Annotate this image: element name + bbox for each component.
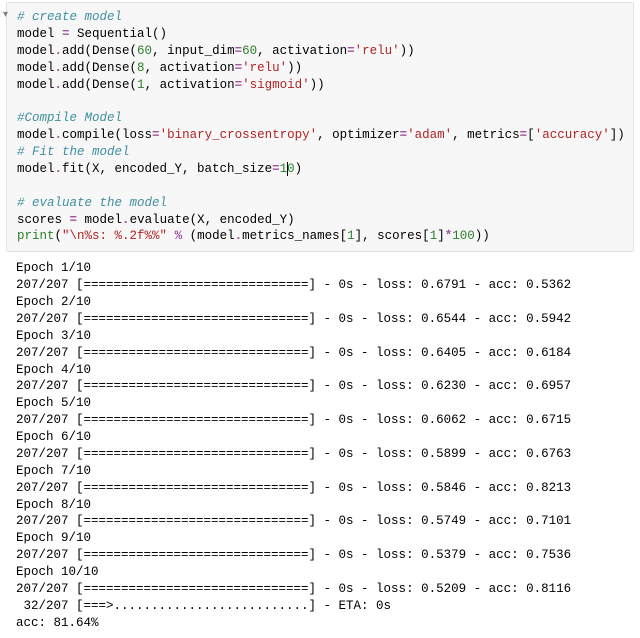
output-line: Epoch 1/10	[16, 260, 634, 277]
output-line: 207/207 [==============================]…	[16, 311, 634, 328]
output-line: 207/207 [==============================]…	[16, 581, 634, 598]
code-line: model = Sequential()	[17, 26, 633, 43]
output-line: Epoch 10/10	[16, 564, 634, 581]
output-line: Epoch 7/10	[16, 463, 634, 480]
output-line: 207/207 [==============================]…	[16, 446, 634, 463]
code-line: model.add(Dense(1, activation='sigmoid')…	[17, 77, 633, 94]
code-line: scores = model.evaluate(X, encoded_Y)	[17, 212, 633, 229]
blank-line	[17, 93, 633, 110]
output-cell: Epoch 1/10207/207 [=====================…	[6, 256, 634, 637]
code-cell[interactable]: ▾ # create model model = Sequential() mo…	[6, 2, 634, 252]
output-line: 207/207 [==============================]…	[16, 547, 634, 564]
code-line: # Fit the model	[17, 144, 633, 161]
output-line: 207/207 [==============================]…	[16, 345, 634, 362]
output-line: 207/207 [==============================]…	[16, 480, 634, 497]
output-line: acc: 81.64%	[16, 615, 634, 632]
code-line: model.fit(X, encoded_Y, batch_size=10)	[17, 161, 633, 178]
code-line: #Compile Model	[17, 110, 633, 127]
output-line: 207/207 [==============================]…	[16, 513, 634, 530]
output-line: Epoch 3/10	[16, 328, 634, 345]
code-line: # evaluate the model	[17, 195, 633, 212]
comment: # create model	[17, 10, 122, 24]
code-line: # create model	[17, 9, 633, 26]
code-line: model.compile(loss='binary_crossentropy'…	[17, 127, 633, 144]
output-line: Epoch 9/10	[16, 530, 634, 547]
output-line: Epoch 2/10	[16, 294, 634, 311]
output-line: 207/207 [==============================]…	[16, 412, 634, 429]
output-line: Epoch 8/10	[16, 497, 634, 514]
output-line: Epoch 6/10	[16, 429, 634, 446]
code-line: print("\n%s: %.2f%%" % (model.metrics_na…	[17, 228, 633, 245]
comment: #Compile Model	[17, 111, 122, 125]
comment: # Fit the model	[17, 145, 130, 159]
code-line: model.add(Dense(8, activation='relu'))	[17, 60, 633, 77]
output-line: 207/207 [==============================]…	[16, 378, 634, 395]
output-line: Epoch 5/10	[16, 395, 634, 412]
code-line: model.add(Dense(60, input_dim=60, activa…	[17, 43, 633, 60]
blank-line	[17, 178, 633, 195]
output-line: 32/207 [===>..........................] …	[16, 598, 634, 615]
output-line: 207/207 [==============================]…	[16, 277, 634, 294]
cell-collapse-arrow[interactable]: ▾	[3, 9, 8, 23]
output-line: Epoch 4/10	[16, 362, 634, 379]
comment: # evaluate the model	[17, 196, 167, 210]
